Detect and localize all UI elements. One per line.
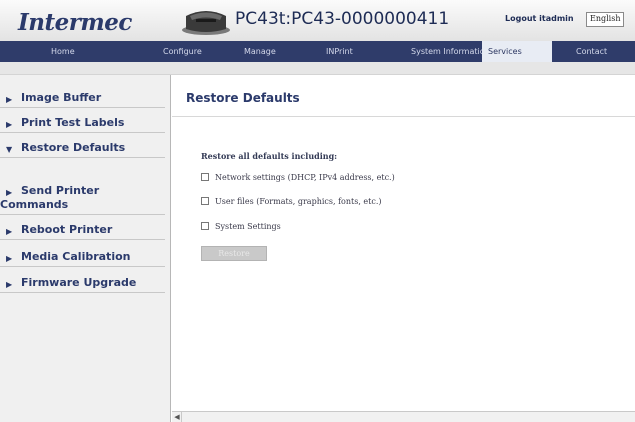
intermec-logo: Intermec bbox=[18, 9, 132, 36]
sidebar-item-restore-defaults[interactable]: ▼ Restore Defaults bbox=[0, 141, 165, 158]
content-panel: Restore Defaults Restore all defaults in… bbox=[172, 75, 635, 422]
triangle-right-icon: ▶ bbox=[6, 254, 13, 263]
sidebar-item-label-line2: Commands bbox=[0, 198, 69, 211]
option-label: Network settings (DHCP, IPv4 address, et… bbox=[215, 173, 395, 182]
page-title: Restore Defaults bbox=[186, 91, 300, 105]
nav-inprint[interactable]: INPrint bbox=[326, 41, 353, 62]
triangle-right-icon: ▶ bbox=[6, 120, 13, 129]
sidebar-item-label: Firmware Upgrade bbox=[21, 276, 137, 289]
restore-button[interactable]: Restore bbox=[201, 246, 267, 261]
option-label: User files (Formats, graphics, fonts, et… bbox=[215, 197, 382, 206]
nav-services[interactable]: Services bbox=[482, 41, 552, 62]
sidebar-item-firmware-upgrade[interactable]: ▶ Firmware Upgrade bbox=[0, 276, 165, 293]
horizontal-scrollbar[interactable]: ◀ bbox=[172, 411, 635, 422]
nav-system-information[interactable]: System Information bbox=[411, 41, 490, 62]
option-system-settings[interactable]: System Settings bbox=[201, 222, 281, 231]
printer-icon bbox=[182, 11, 230, 35]
sub-header-strip bbox=[0, 62, 635, 75]
triangle-right-icon: ▶ bbox=[6, 95, 13, 104]
sidebar-item-label: Restore Defaults bbox=[21, 141, 126, 154]
sidebar-item-image-buffer[interactable]: ▶ Image Buffer bbox=[0, 91, 165, 108]
scroll-left-icon[interactable]: ◀ bbox=[173, 412, 182, 422]
triangle-down-icon: ▼ bbox=[6, 145, 13, 154]
triangle-right-icon: ▶ bbox=[6, 227, 13, 236]
user-files-checkbox[interactable] bbox=[201, 197, 209, 205]
sidebar-item-label: Reboot Printer bbox=[21, 223, 113, 236]
option-network-settings[interactable]: Network settings (DHCP, IPv4 address, et… bbox=[201, 173, 395, 182]
sidebar-item-print-test-labels[interactable]: ▶ Print Test Labels bbox=[0, 116, 165, 133]
nav-configure[interactable]: Configure bbox=[163, 41, 202, 62]
system-settings-checkbox[interactable] bbox=[201, 222, 209, 230]
sidebar-item-send-printer-commands[interactable]: ▶ Send Printer Commands bbox=[0, 184, 165, 215]
printer-title: PC43t:PC43-0000000411 bbox=[235, 9, 450, 29]
triangle-right-icon: ▶ bbox=[6, 280, 13, 289]
sidebar-item-label: Send Printer bbox=[21, 184, 100, 197]
nav-contact[interactable]: Contact bbox=[576, 41, 607, 62]
header-bar: Intermec PC43t:PC43-0000000411 Logout it… bbox=[0, 0, 635, 41]
option-label: System Settings bbox=[215, 222, 281, 231]
sidebar-item-reboot-printer[interactable]: ▶ Reboot Printer bbox=[0, 223, 165, 240]
sidebar-item-media-calibration[interactable]: ▶ Media Calibration bbox=[0, 250, 165, 267]
sidebar-item-label: Media Calibration bbox=[21, 250, 131, 263]
nav-manage[interactable]: Manage bbox=[244, 41, 276, 62]
option-user-files[interactable]: User files (Formats, graphics, fonts, et… bbox=[201, 197, 382, 206]
sidebar: ▶ Image Buffer ▶ Print Test Labels ▼ Res… bbox=[0, 75, 171, 422]
triangle-right-icon: ▶ bbox=[6, 188, 13, 197]
section-label: Restore all defaults including: bbox=[201, 151, 338, 161]
logout-link[interactable]: Logout itadmin bbox=[505, 14, 574, 23]
nav-home[interactable]: Home bbox=[51, 41, 75, 62]
title-divider bbox=[172, 116, 635, 117]
sidebar-item-label: Print Test Labels bbox=[21, 116, 125, 129]
sidebar-item-label: Image Buffer bbox=[21, 91, 102, 104]
language-select[interactable]: English bbox=[586, 12, 624, 27]
main-nav: Home Configure Manage INPrint System Inf… bbox=[0, 41, 635, 62]
network-settings-checkbox[interactable] bbox=[201, 173, 209, 181]
